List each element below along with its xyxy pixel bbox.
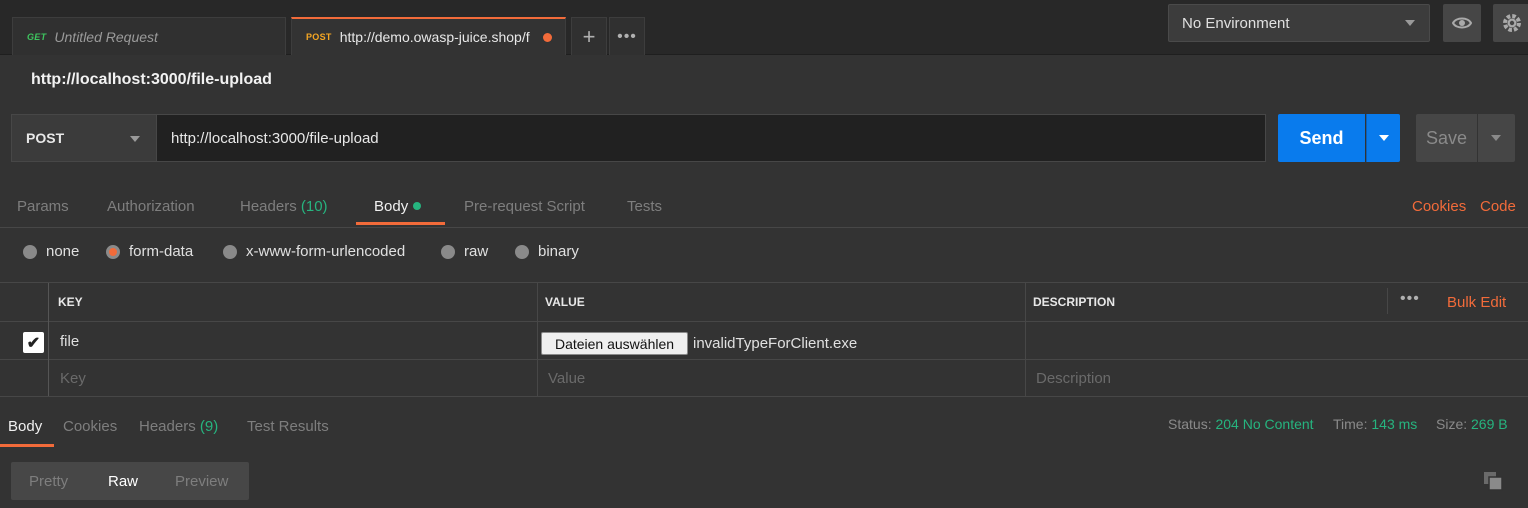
code-link[interactable]: Code [1480,198,1516,215]
table-divider [537,283,538,396]
response-size: Size: 269 B [1436,416,1508,432]
environment-quick-look-button[interactable] [1443,4,1481,42]
gear-icon [1503,14,1521,32]
table-divider [1025,283,1026,396]
response-tab-body[interactable]: Body [8,418,42,435]
body-type-form-data[interactable]: form-data [106,243,193,260]
table-divider [0,359,1528,360]
key-placeholder[interactable]: Key [60,370,86,387]
tab-method: GET [27,31,47,42]
body-indicator-dot-icon [413,202,422,210]
row-key[interactable]: file [60,333,79,350]
tab-tests[interactable]: Tests [627,198,662,215]
selected-file-name: invalidTypeForClient.exe [693,335,858,352]
column-header-key: KEY [58,295,83,309]
environment-label: No Environment [1182,14,1290,32]
radio-label: form-data [129,243,194,260]
table-divider [0,396,1528,397]
radio-icon [23,244,37,259]
status-label: Status: [1168,416,1212,432]
column-header-description: DESCRIPTION [1033,295,1116,309]
copy-icon[interactable] [1483,471,1503,491]
tab-headers-label: Headers [240,198,297,215]
tab-name: Untitled Request [54,28,158,45]
time-value: 143 ms [1371,416,1418,432]
add-tab-button[interactable]: + [571,17,607,55]
environment-settings-button[interactable] [1493,4,1528,42]
tab-body-label: Body [374,198,409,215]
table-divider [1387,288,1388,314]
save-button[interactable]: Save [1416,114,1477,162]
response-tab-test-results[interactable]: Test Results [247,418,329,435]
tab-body[interactable]: Body [374,198,422,215]
table-divider [0,321,1528,322]
body-type-raw[interactable]: raw [441,243,488,260]
method-label: POST [26,130,65,146]
radio-icon [441,244,455,259]
chevron-down-icon [130,136,140,142]
body-type-none[interactable]: none [23,243,79,260]
response-status: Status: 204 No Content [1168,416,1314,432]
view-mode-raw[interactable]: Raw [108,473,138,490]
cookies-link[interactable]: Cookies [1412,198,1466,215]
more-dots-icon: ••• [617,27,637,45]
tab-name: http://demo.owasp-juice.shop/f [339,29,530,45]
response-tab-cookies[interactable]: Cookies [63,418,117,435]
body-type-binary[interactable]: binary [515,243,579,260]
tab-authorization[interactable]: Authorization [107,198,195,215]
table-more-dots-icon[interactable]: ••• [1400,290,1420,308]
request-tabs: Params Authorization Headers (10) Body P… [0,184,1528,228]
radio-icon [515,244,529,259]
response-time: Time: 143 ms [1333,416,1417,432]
eye-icon [1452,17,1472,29]
active-tab-indicator [356,222,445,225]
tab-more-button[interactable]: ••• [609,17,645,55]
size-value: 269 B [1471,416,1508,432]
method-select[interactable]: POST [11,114,156,162]
response-tab-headers[interactable]: Headers (9) [139,418,218,435]
response-active-tab-indicator [0,444,54,447]
radio-label: raw [464,243,489,260]
chevron-down-icon [1405,20,1415,26]
description-placeholder[interactable]: Description [1036,370,1111,387]
response-tab-headers-label: Headers [139,418,196,435]
tab-params[interactable]: Params [17,198,69,215]
bulk-edit-link[interactable]: Bulk Edit [1447,294,1506,311]
status-value: 204 No Content [1215,416,1314,432]
time-label: Time: [1333,416,1368,432]
chevron-down-icon [1379,135,1389,141]
send-options-button[interactable] [1366,114,1400,162]
view-mode-preview[interactable]: Preview [175,473,228,490]
tab-active-request[interactable]: POST http://demo.owasp-juice.shop/f [291,17,566,55]
radio-icon [223,244,237,259]
unsaved-dot-icon [542,32,552,42]
choose-file-button[interactable]: Dateien auswählen [541,332,688,355]
radio-label: x-www-form-urlencoded [246,243,406,260]
radio-label: none [46,243,80,260]
checkmark-icon: ✔ [26,334,41,352]
column-header-value: VALUE [545,295,585,309]
request-title: http://localhost:3000/file-upload [31,71,272,88]
row-enabled-checkbox[interactable]: ✔ [23,332,44,353]
tab-untitled-request[interactable]: GET Untitled Request [12,17,286,55]
send-button[interactable]: Send [1278,114,1365,162]
tab-headers[interactable]: Headers (10) [240,198,328,215]
tab-prerequest-script[interactable]: Pre-request Script [464,198,585,215]
save-options-button[interactable] [1478,114,1515,162]
response-headers-count: (9) [199,418,219,435]
radio-selected-icon [106,244,120,259]
headers-count: (10) [300,198,328,215]
value-placeholder[interactable]: Value [548,370,585,387]
tab-method: POST [306,32,332,42]
view-mode-pretty[interactable]: Pretty [29,473,68,490]
body-type-urlencoded[interactable]: x-www-form-urlencoded [223,243,405,260]
radio-label: binary [538,243,579,260]
size-label: Size: [1436,416,1468,432]
environment-select[interactable]: No Environment [1168,4,1430,42]
plus-icon: + [582,23,596,49]
chevron-down-icon [1491,135,1501,141]
url-input[interactable] [156,114,1266,162]
table-divider [48,283,49,396]
